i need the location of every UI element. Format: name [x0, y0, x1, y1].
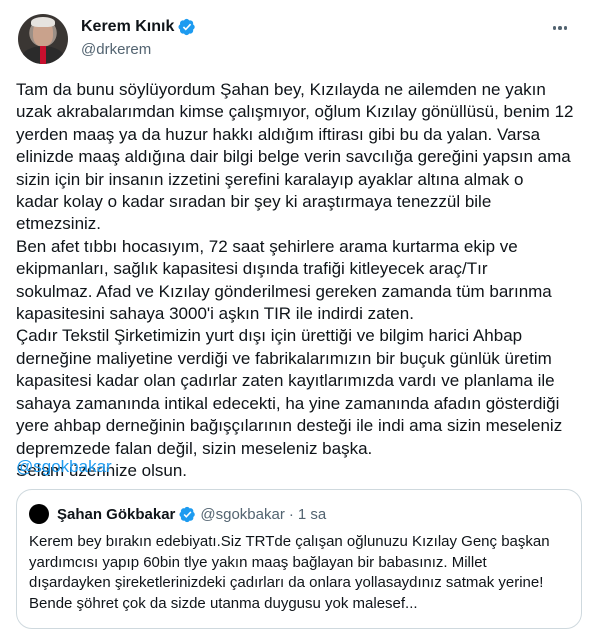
quoted-separator: · — [288, 505, 294, 523]
avatar-tie-shape — [40, 46, 46, 64]
tweet-text-line: kadar kolay o kadar sıradan bir şey ki a… — [16, 192, 492, 212]
tweet-text-line: Ben afet tıbbı hocasıyım, 72 saat şehirl… — [16, 236, 518, 256]
tweet-header: Kerem Kınık @drkerem — [16, 12, 576, 64]
quoted-handle[interactable]: @sgokbakar — [200, 506, 284, 523]
verified-badge-icon — [178, 18, 196, 36]
tweet-text: Tam da bunu söylüyordum Şahan bey, Kızıl… — [16, 79, 584, 482]
more-dot — [563, 26, 568, 30]
quoted-timestamp[interactable]: 1 sa — [298, 506, 326, 523]
tweet-text-line: uzak akrabalarımdan kimse çalışmıyor, oğ… — [16, 102, 574, 122]
tweet-text-line: yerden maaş ya da huzur hakkı aldığım if… — [16, 124, 541, 144]
tweet-text-line: sizin için bir insanın izzetini şerefini… — [16, 169, 524, 189]
mention-link[interactable]: @sgokbakar — [16, 457, 112, 477]
tweet-text-line: ekipmanları, sağlık kapasitesi dışında t… — [16, 259, 488, 279]
tweet-text-line: kapasitesi kadar olan çadırlar zaten kay… — [16, 371, 555, 391]
quoted-display-name[interactable]: Şahan Gökbakar — [57, 506, 175, 523]
tweet-text-line: sahaya zamanında intikal edecekti, ha yi… — [16, 393, 560, 413]
tweet: Kerem Kınık @drkerem Tam da bunu söylüyo… — [0, 0, 591, 629]
tweet-text-line: Tam da bunu söylüyordum Şahan bey, Kızıl… — [16, 80, 546, 99]
tweet-text-line: Çadır Tekstil Şirketimizin yurt dışı içi… — [16, 326, 523, 346]
avatar[interactable] — [18, 14, 68, 64]
tweet-text-line: etmezsiniz. — [16, 214, 102, 234]
tweet-text-line: derneğine maliyetine verdiği ve fabrikal… — [16, 348, 552, 368]
tweet-text-line: sokulmaz. Afad ve Kızılay gönderilmesi g… — [16, 281, 552, 301]
quoted-tweet-header: Şahan Gökbakar @sgokbakar · 1 sa — [29, 504, 326, 524]
quoted-text-line: Kerem bey bırakın edebiyatı.Siz TRTde ça… — [29, 533, 550, 550]
author-name-row: Kerem Kınık — [81, 18, 196, 36]
quoted-text-line: dışardayken şireketlerinizdeki çadırları… — [29, 574, 544, 591]
quoted-text-line: yardımcısı yapıp 60bin tlye yakın maaş b… — [29, 553, 487, 571]
tweet-text-line: yere ahbap derneğinin bağışçılarının des… — [16, 416, 563, 436]
author-handle[interactable]: @drkerem — [81, 41, 151, 58]
quoted-tweet-text: Kerem bey bırakın edebiyatı.Siz TRTde ça… — [29, 532, 569, 614]
quoted-avatar[interactable] — [29, 504, 49, 524]
author-display-name[interactable]: Kerem Kınık — [81, 18, 174, 36]
quoted-text-line: Bende şöhret çok da sizde utanma duygusu… — [29, 594, 418, 612]
tweet-text-line: elinizde maaş aldığına dair bilgi belge … — [16, 147, 571, 167]
verified-badge-icon — [179, 506, 196, 522]
quoted-tweet[interactable]: Şahan Gökbakar @sgokbakar · 1 sa Kerem b… — [16, 489, 582, 629]
more-options-icon[interactable] — [548, 16, 572, 40]
avatar-hair-shape — [31, 17, 55, 27]
tweet-text-line: kapasitesini sahaya 3000'i aşkın TIR ile… — [16, 304, 414, 324]
more-dot — [558, 26, 562, 30]
more-dot — [552, 26, 557, 30]
